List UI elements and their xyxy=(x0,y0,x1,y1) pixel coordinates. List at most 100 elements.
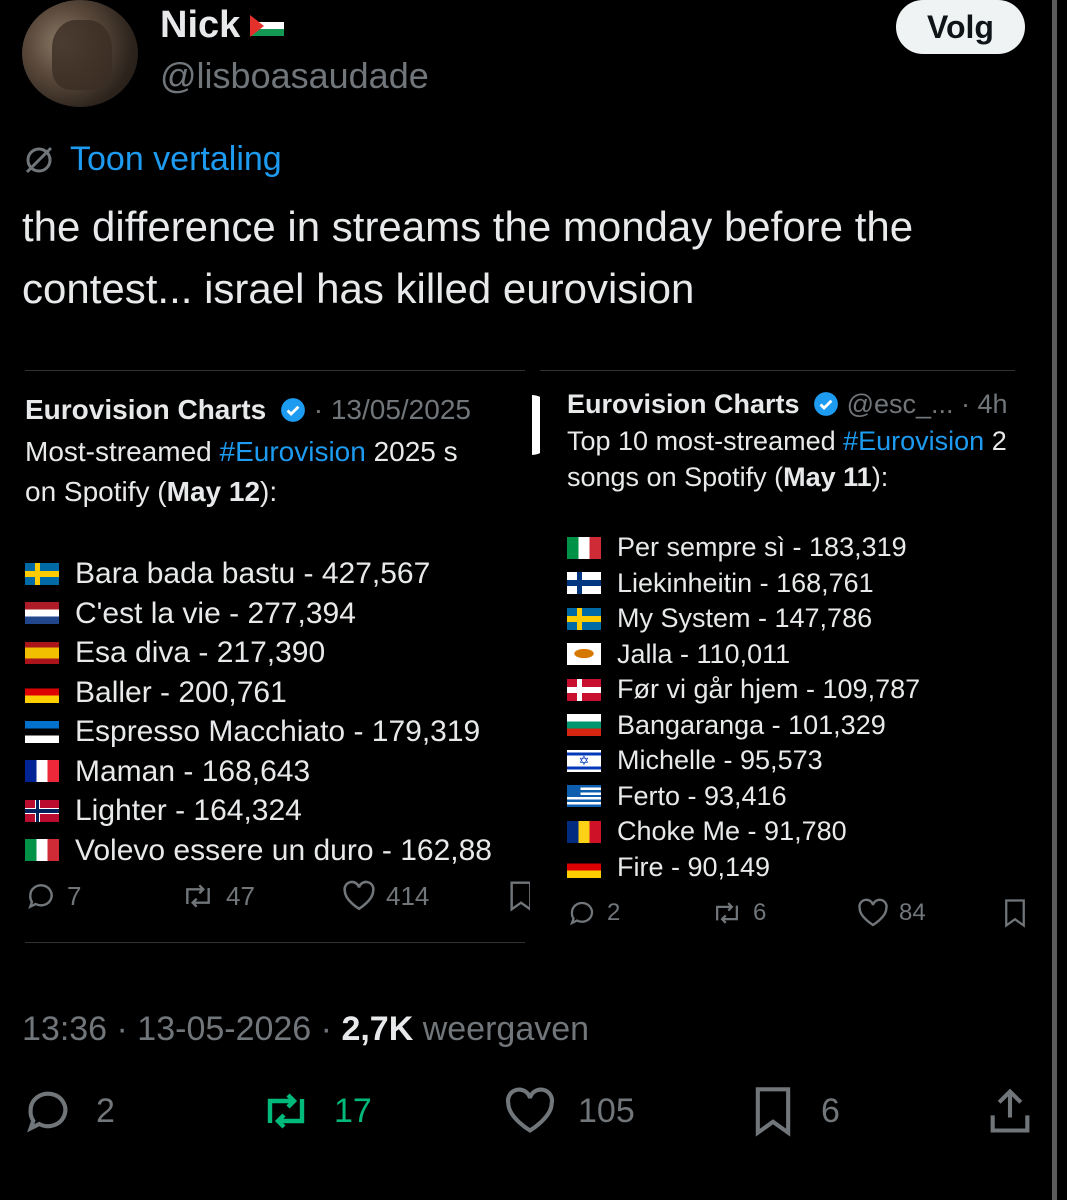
embed-line2: songs on Spotify (May 11): xyxy=(567,462,888,493)
song-row-text: Esa diva - 217,390 xyxy=(75,636,326,669)
bookmark-icon xyxy=(1005,899,1025,928)
song-row: C'est la vie - 277,394 xyxy=(25,594,492,634)
author-name[interactable]: Nick xyxy=(160,4,285,47)
song-row: Maman - 168,643 xyxy=(25,752,492,792)
song-row-text: Maman - 168,643 xyxy=(75,754,311,788)
song-row-text: Bangaranga - 101,329 xyxy=(617,709,886,740)
song-list: Per sempre sì - 183,319 Liekinheitin - 16… xyxy=(567,530,920,885)
flag-ro-icon xyxy=(567,820,601,843)
share-button[interactable] xyxy=(984,1085,1036,1137)
embed-line1-pre: Top 10 most-streamed xyxy=(567,426,844,456)
embed-hashtag[interactable]: #Eurovision xyxy=(220,436,366,467)
flag-se-icon xyxy=(567,607,601,630)
song-row: My System - 147,786 xyxy=(567,601,920,637)
follow-button[interactable]: Volg xyxy=(896,0,1025,54)
embed-line1: Top 10 most-streamed #Eurovision 2 xyxy=(567,426,1007,457)
embed-repost: 6 xyxy=(711,898,857,928)
embed-like: 414 xyxy=(342,880,507,912)
embedded-tweet-may12[interactable]: Eurovision Charts · 13/05/2025 Most-stre… xyxy=(0,370,530,945)
tweet-timestamp[interactable]: 13:36 · 13-05-2026 · 2,7K weergaven xyxy=(22,1010,589,1049)
song-row-text: Espresso Macchiato - 179,319 xyxy=(75,715,481,748)
song-row-text: Ferto - 93,416 xyxy=(617,780,787,811)
views-label: weergaven xyxy=(413,1010,590,1048)
heart-icon xyxy=(505,1087,555,1133)
embed-line1-pre: Most-streamed xyxy=(25,436,220,467)
flag-es-icon xyxy=(25,641,59,664)
song-row-text: Liekinheitin - 168,761 xyxy=(617,567,874,598)
views-count: 2,7K xyxy=(341,1010,414,1048)
embed-repost-count: 47 xyxy=(226,880,255,911)
embed-actions: 7 47 414 xyxy=(25,880,530,912)
translate-label: Toon vertaling xyxy=(70,140,282,178)
embed-repost-count: 6 xyxy=(753,899,767,926)
song-row-text: C'est la vie - 277,394 xyxy=(75,596,356,630)
embed-like: 84 xyxy=(857,898,1002,928)
flag-de-icon xyxy=(567,856,601,879)
flag-de-icon xyxy=(25,681,59,704)
flag-it-icon xyxy=(567,536,601,559)
song-row: Lighter - 164,324 xyxy=(25,791,492,831)
reply-button[interactable]: 2 xyxy=(22,1085,115,1137)
flag-dk-icon xyxy=(567,678,601,701)
scrollbar[interactable] xyxy=(1052,0,1057,1200)
embed-line1: Most-streamed #Eurovision 2025 s xyxy=(25,436,458,468)
embed-handle-time: @esc_... · 4h xyxy=(846,389,1008,419)
heart-icon xyxy=(343,880,375,911)
flag-se-icon xyxy=(25,562,59,585)
flag-nl-icon xyxy=(25,602,59,625)
author-handle[interactable]: @lisboasaudade xyxy=(160,55,429,97)
song-row-text: Choke Me - 91,780 xyxy=(617,816,847,846)
bookmark-button[interactable]: 6 xyxy=(747,1085,840,1137)
bookmark-count: 6 xyxy=(821,1091,840,1130)
embed-line2-post: ): xyxy=(260,476,278,507)
embed-line2-pre: songs on Spotify ( xyxy=(567,462,784,492)
song-list: Bara bada bastu - 427,567 C'est la vie - … xyxy=(25,554,492,870)
flag-bg-icon xyxy=(567,714,601,737)
repost-icon xyxy=(186,884,210,908)
song-row: Volevo essere un duro - 162,88 xyxy=(25,831,492,871)
repost-icon xyxy=(716,902,738,924)
repost-button[interactable]: 17 xyxy=(260,1085,372,1137)
flag-fi-icon xyxy=(567,572,601,595)
embed-like-count: 414 xyxy=(386,880,430,911)
timestamp-text: 13:36 · 13-05-2026 · xyxy=(22,1010,342,1048)
reply-icon xyxy=(28,884,53,910)
bookmark-icon xyxy=(755,1087,791,1137)
like-button[interactable]: 105 xyxy=(504,1085,635,1137)
tweet-text: the difference in streams the monday bef… xyxy=(22,203,914,312)
embed-reply-count: 7 xyxy=(67,880,82,911)
song-row: Espresso Macchiato - 179,319 xyxy=(25,712,492,752)
verified-badge-icon xyxy=(281,398,305,422)
embed-line1-post: 2025 s xyxy=(365,436,458,467)
embed-line2-date: May 12 xyxy=(166,476,261,507)
translate-link[interactable]: Toon vertaling xyxy=(22,140,282,179)
embed-line2-date: May 11 xyxy=(783,462,872,492)
embed-date: · 13/05/2025 xyxy=(313,394,471,425)
song-row: Fire - 90,149 xyxy=(567,850,920,886)
flag-gr-icon xyxy=(567,785,601,808)
reply-icon xyxy=(570,901,594,926)
action-bar: 2 17 105 6 xyxy=(22,1085,1042,1147)
song-row: Bangaranga - 101,329 xyxy=(567,708,920,744)
embed-line2-pre: on Spotify ( xyxy=(25,476,167,507)
song-row-text: Jalla - 110,011 xyxy=(617,638,791,669)
song-row: Choke Me - 91,780 xyxy=(567,814,920,850)
embed-hashtag[interactable]: #Eurovision xyxy=(843,426,984,456)
embed-line2-post: ): xyxy=(871,462,889,492)
embed-repost: 47 xyxy=(180,880,342,912)
flag-fr-icon xyxy=(25,760,59,783)
song-row: Per sempre sì - 183,319 xyxy=(567,530,920,566)
repost-count: 17 xyxy=(334,1091,372,1130)
embed-reply: 7 xyxy=(25,880,180,912)
avatar[interactable] xyxy=(22,0,138,107)
embed-reply-count: 2 xyxy=(607,899,621,926)
embed-like-count: 84 xyxy=(899,899,926,926)
flag-cy-icon xyxy=(567,643,601,666)
song-row: Før vi går hjem - 109,787 xyxy=(567,672,920,708)
embedded-tweet-may11[interactable]: Eurovision Charts @esc_... · 4h Top 10 m… xyxy=(540,365,1052,940)
song-row-text: Michelle - 95,573 xyxy=(617,745,823,775)
verified-badge-icon xyxy=(814,392,838,416)
repost-icon xyxy=(267,1093,305,1129)
embed-author: Eurovision Charts xyxy=(25,394,267,425)
song-row-text: Fire - 90,149 xyxy=(617,851,771,882)
